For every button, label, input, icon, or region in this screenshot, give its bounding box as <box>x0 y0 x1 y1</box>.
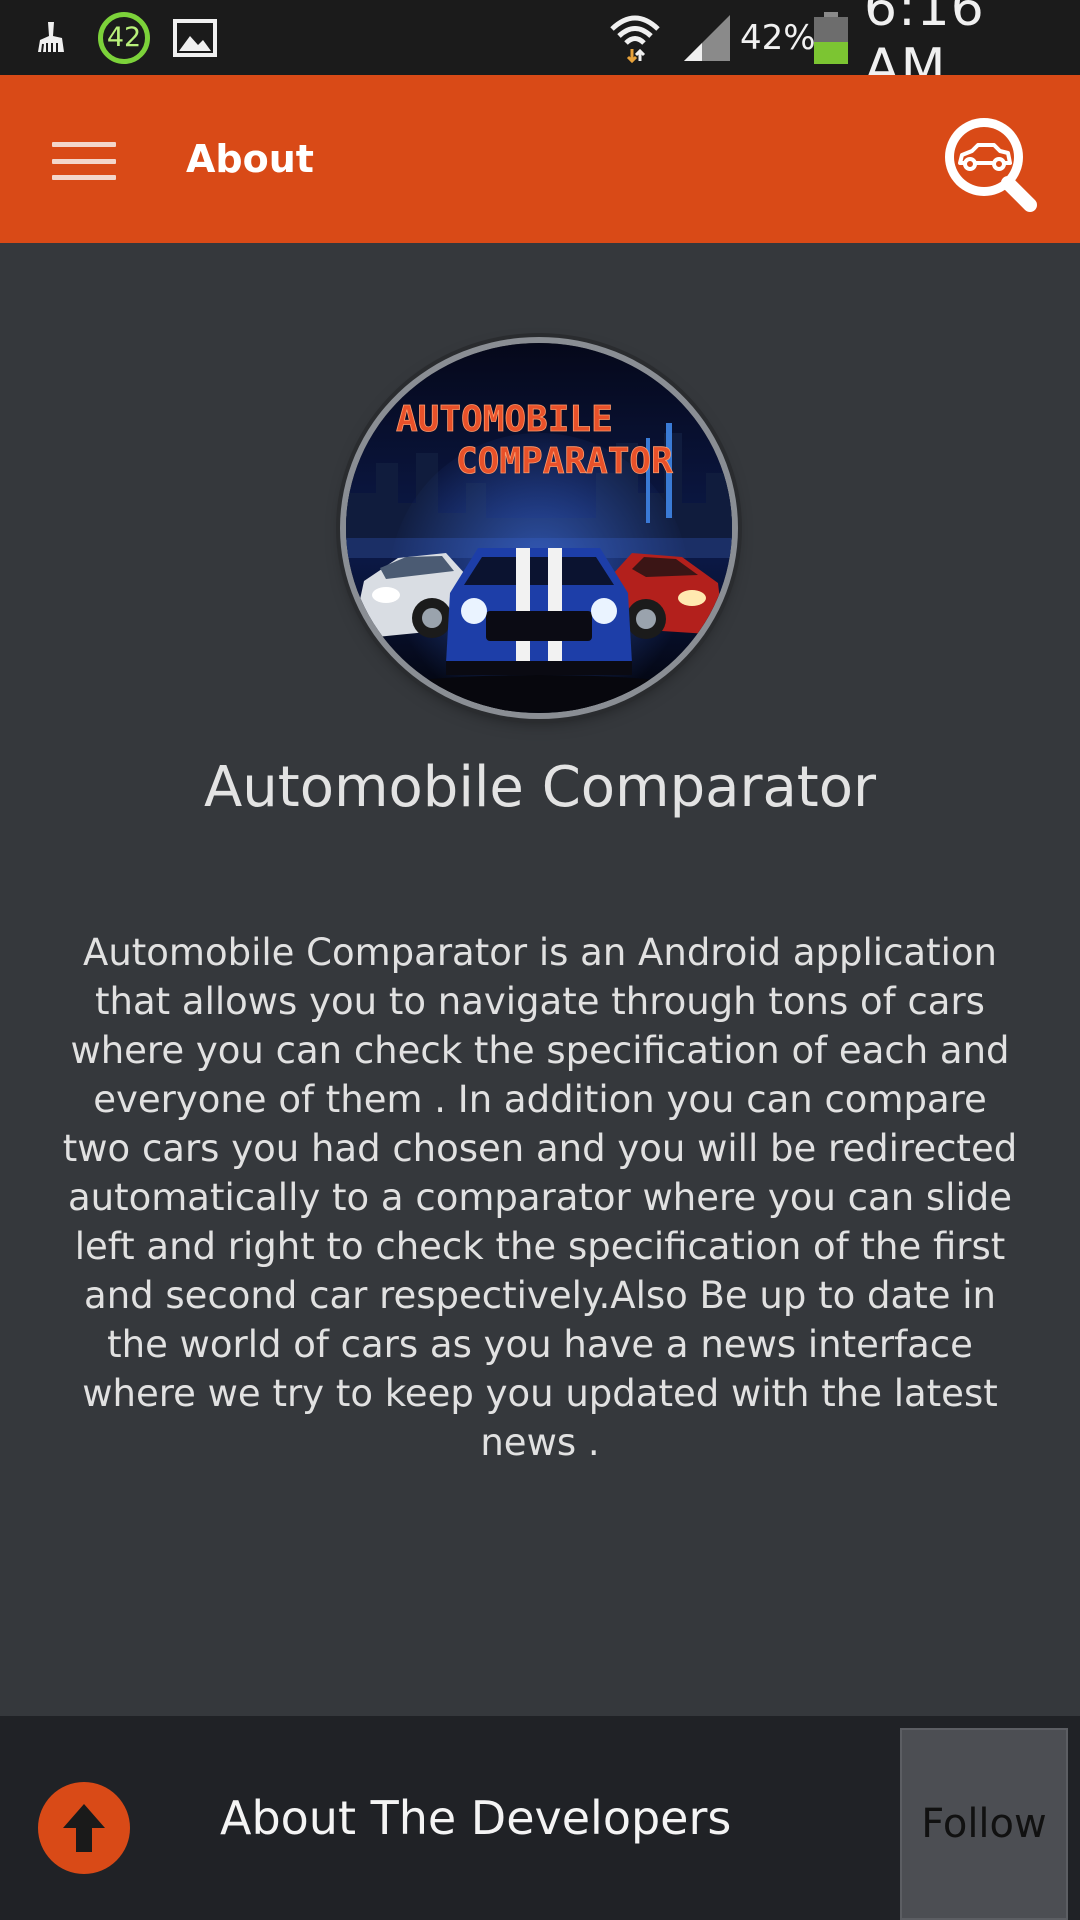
page-title: About <box>186 137 314 181</box>
gallery-icon <box>172 0 218 75</box>
menu-icon <box>52 142 116 147</box>
follow-button[interactable]: Follow <box>900 1728 1068 1920</box>
app-name: Automobile Comparator <box>203 755 877 820</box>
bottom-bar: About The Developers Follow <box>0 1716 1080 1920</box>
about-developers-link[interactable]: About The Developers <box>220 1716 731 1920</box>
app-bar: About <box>0 75 1080 243</box>
signal-icon <box>682 0 732 75</box>
menu-button[interactable] <box>52 142 116 180</box>
status-bar: 42 42% 6:16 AM <box>0 0 1080 98</box>
logo-title-line2: COMPARATOR <box>456 441 673 482</box>
app-description: Automobile Comparator is an Android appl… <box>62 931 1018 1464</box>
badge-count: 42 <box>98 11 150 64</box>
clock: 6:16 AM <box>864 0 985 98</box>
car-search-button[interactable] <box>938 111 1044 217</box>
wifi-icon <box>608 0 662 75</box>
badge-icon: 42 <box>98 0 150 75</box>
about-screen: 42 42% 6:16 AM About AUTOMOBILE COMPARAT… <box>0 0 1080 1920</box>
logo-title-line1: AUTOMOBILE <box>396 399 613 440</box>
arrow-up-icon <box>63 1804 105 1852</box>
cleaner-icon <box>34 0 74 75</box>
car-search-icon <box>945 118 1037 212</box>
scroll-up-button[interactable] <box>38 1782 130 1874</box>
battery-percent: 42% <box>740 17 816 58</box>
battery-icon <box>812 0 850 75</box>
app-logo: AUTOMOBILE COMPARATOR <box>346 343 732 713</box>
